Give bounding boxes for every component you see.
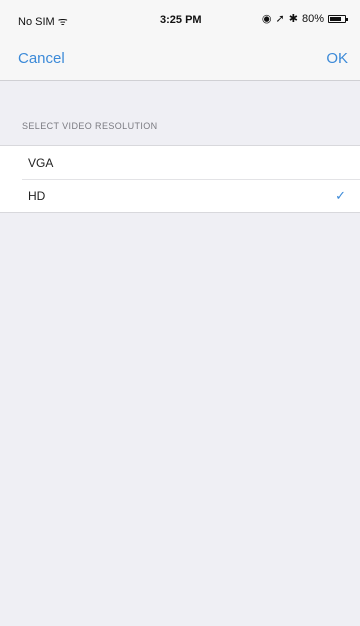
cancel-button[interactable]: Cancel	[18, 50, 65, 67]
checkmark-icon: ✓	[335, 188, 346, 203]
screen: No SIM ᯤ 3:25 PM ◉ ➚ ✱ 80% Cancel OK SEL…	[0, 0, 360, 626]
wifi-icon: ᯤ	[57, 16, 68, 28]
ok-button[interactable]: OK	[326, 50, 348, 67]
battery-percentage: 80%	[301, 12, 324, 25]
clock: 3:25 PM	[160, 14, 202, 26]
status-indicators: ◉ ➚ ✱ 80%	[261, 12, 348, 25]
battery-tip	[346, 17, 348, 21]
status-bar: No SIM ᯤ 3:25 PM ◉ ➚ ✱ 80%	[0, 0, 360, 36]
lock-rotation-icon: ◉	[261, 13, 272, 25]
carrier-label: No SIM ᯤ	[18, 14, 68, 29]
carrier-text: No SIM	[18, 16, 55, 28]
navigation-bar: Cancel OK	[0, 36, 360, 81]
option-vga-row[interactable]: VGA	[0, 146, 360, 179]
option-hd-row[interactable]: HD ✓	[0, 179, 360, 212]
section-header: SELECT VIDEO RESOLUTION	[22, 121, 158, 131]
battery-icon	[328, 14, 348, 23]
option-label: VGA	[28, 156, 54, 170]
bluetooth-icon: ✱	[288, 13, 298, 25]
battery-fill	[330, 16, 341, 21]
option-label: HD	[28, 189, 46, 203]
resolution-list: VGA HD ✓	[0, 145, 360, 213]
location-icon: ➚	[275, 13, 285, 25]
